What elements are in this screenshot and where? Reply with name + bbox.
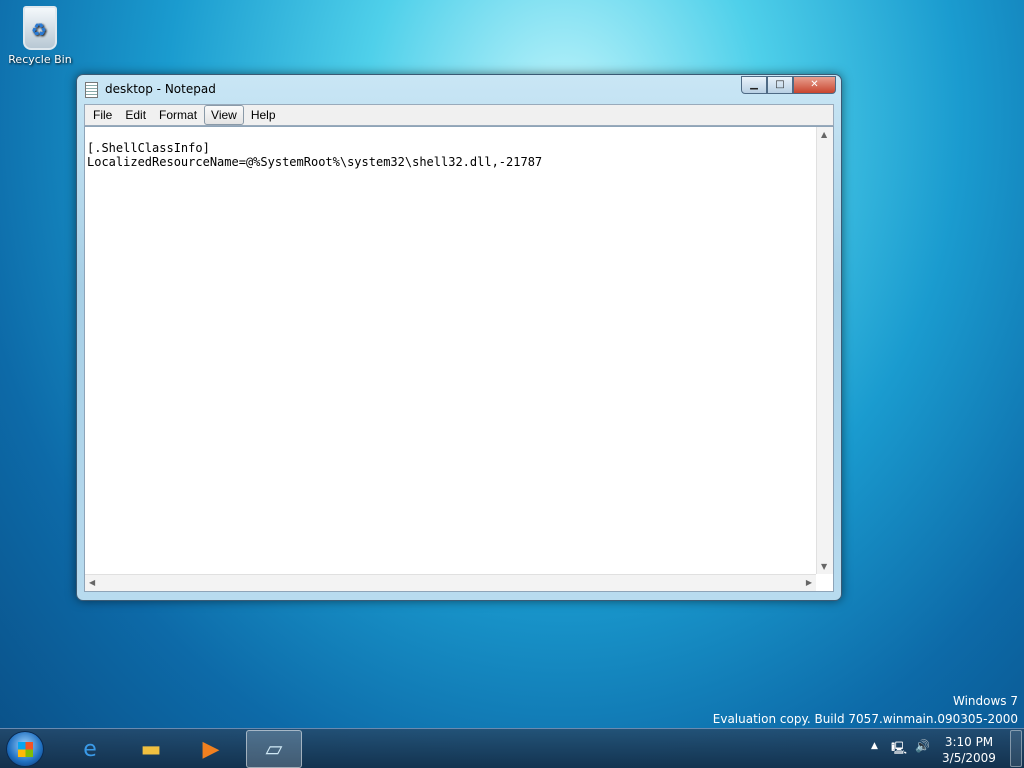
watermark-title: Windows 7 [952,694,1018,708]
close-button[interactable]: ✕ [793,76,836,94]
menu-view[interactable]: View [204,105,244,125]
window-title: desktop - Notepad [105,82,216,96]
scroll-right-icon[interactable]: ▶ [806,578,812,587]
menu-bar: File Edit Format View Help [84,104,834,126]
show-desktop-button[interactable] [1010,730,1022,767]
menu-help[interactable]: Help [245,106,282,124]
minimize-button[interactable]: ▁ [741,76,767,94]
recycle-bin-desktop-icon[interactable]: Recycle Bin [6,6,74,66]
internet-explorer-icon[interactable]: e [62,730,118,768]
recycle-bin-label: Recycle Bin [8,53,72,66]
start-button[interactable] [6,731,44,767]
vertical-scrollbar[interactable]: ▲ ▼ [816,127,833,574]
recycle-bin-icon [23,6,57,50]
notepad-window: desktop - Notepad ▁ □ ✕ File Edit Format… [76,74,842,601]
text-editor[interactable]: [.ShellClassInfo] LocalizedResourceName=@… [84,126,834,592]
menu-file[interactable]: File [87,106,118,124]
notepad-icon [85,82,98,98]
clock-date: 3/5/2009 [942,751,996,765]
menu-edit[interactable]: Edit [119,106,152,124]
taskbar: e ▬ ▶ ▱ ▲ 🖳 🔊 3:10 PM 3/5/2009 [0,728,1024,768]
scroll-up-icon[interactable]: ▲ [821,130,827,139]
volume-icon[interactable]: 🔊 [915,739,930,753]
menu-format[interactable]: Format [153,106,203,124]
media-player-icon[interactable]: ▶ [183,730,239,768]
watermark-build: Evaluation copy. Build 7057.winmain.0903… [712,712,1018,726]
text-line: [.ShellClassInfo] [87,141,210,155]
clock-time: 3:10 PM [944,735,994,749]
notepad-taskbar-button[interactable]: ▱ [246,730,302,768]
windows-explorer-icon[interactable]: ▬ [123,730,179,768]
clock[interactable]: 3:10 PM 3/5/2009 [938,734,1000,766]
text-line: LocalizedResourceName=@%SystemRoot%\syst… [87,155,543,169]
scroll-down-icon[interactable]: ▼ [821,562,827,571]
horizontal-scrollbar[interactable]: ◀ ▶ [85,574,816,591]
maximize-button[interactable]: □ [767,76,793,94]
network-icon[interactable]: 🖳 [891,739,907,760]
show-hidden-icons-icon[interactable]: ▲ [871,741,878,751]
scroll-left-icon[interactable]: ◀ [89,578,95,587]
